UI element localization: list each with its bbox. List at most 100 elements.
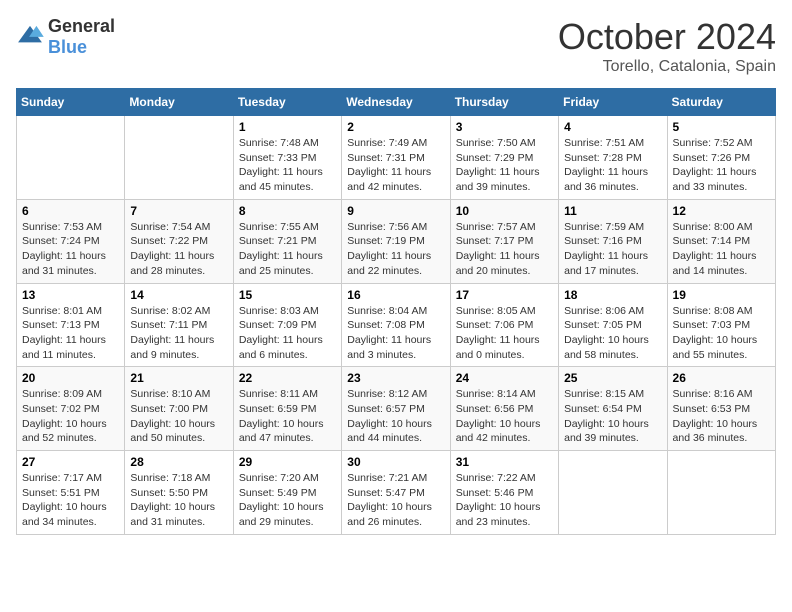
day-number: 31 (456, 455, 553, 469)
logo-general: General (48, 16, 115, 36)
calendar-cell: 18 Sunrise: 8:06 AM Sunset: 7:05 PM Dayli… (559, 283, 667, 367)
day-info: Sunrise: 7:54 AM Sunset: 7:22 PM Dayligh… (130, 220, 227, 279)
calendar-cell: 25 Sunrise: 8:15 AM Sunset: 6:54 PM Dayli… (559, 367, 667, 451)
title-block: October 2024 Torello, Catalonia, Spain (558, 16, 776, 76)
weekday-header-thursday: Thursday (450, 89, 558, 116)
day-info: Sunrise: 8:08 AM Sunset: 7:03 PM Dayligh… (673, 304, 770, 363)
calendar-cell: 5 Sunrise: 7:52 AM Sunset: 7:26 PM Daylig… (667, 116, 775, 200)
day-number: 9 (347, 204, 444, 218)
day-number: 20 (22, 371, 119, 385)
calendar-cell: 1Sunrise: 7:48 AM Sunset: 7:33 PM Daylig… (233, 116, 341, 200)
day-info: Sunrise: 8:02 AM Sunset: 7:11 PM Dayligh… (130, 304, 227, 363)
calendar-week-row: 1Sunrise: 7:48 AM Sunset: 7:33 PM Daylig… (17, 116, 776, 200)
calendar-week-row: 6 Sunrise: 7:53 AM Sunset: 7:24 PM Daylig… (17, 199, 776, 283)
day-number: 13 (22, 288, 119, 302)
calendar-cell: 15Sunrise: 8:03 AM Sunset: 7:09 PM Dayli… (233, 283, 341, 367)
calendar-cell: 31 Sunrise: 7:22 AM Sunset: 5:46 PM Dayli… (450, 451, 558, 535)
calendar-cell: 2 Sunrise: 7:49 AM Sunset: 7:31 PM Daylig… (342, 116, 450, 200)
calendar-cell: 19 Sunrise: 8:08 AM Sunset: 7:03 PM Dayli… (667, 283, 775, 367)
day-number: 25 (564, 371, 661, 385)
weekday-header-row: SundayMondayTuesdayWednesdayThursdayFrid… (17, 89, 776, 116)
day-number: 2 (347, 120, 444, 134)
calendar-cell: 24Sunrise: 8:14 AM Sunset: 6:56 PM Dayli… (450, 367, 558, 451)
calendar-cell: 17Sunrise: 8:05 AM Sunset: 7:06 PM Dayli… (450, 283, 558, 367)
weekday-header-friday: Friday (559, 89, 667, 116)
weekday-header-tuesday: Tuesday (233, 89, 341, 116)
day-info: Sunrise: 7:22 AM Sunset: 5:46 PM Dayligh… (456, 471, 553, 530)
calendar-cell: 11Sunrise: 7:59 AM Sunset: 7:16 PM Dayli… (559, 199, 667, 283)
day-number: 24 (456, 371, 553, 385)
weekday-header-sunday: Sunday (17, 89, 125, 116)
location-title: Torello, Catalonia, Spain (558, 58, 776, 76)
weekday-header-wednesday: Wednesday (342, 89, 450, 116)
day-number: 30 (347, 455, 444, 469)
calendar-cell: 14 Sunrise: 8:02 AM Sunset: 7:11 PM Dayli… (125, 283, 233, 367)
calendar-table: SundayMondayTuesdayWednesdayThursdayFrid… (16, 88, 776, 535)
day-info: Sunrise: 8:15 AM Sunset: 6:54 PM Dayligh… (564, 387, 661, 446)
day-number: 14 (130, 288, 227, 302)
calendar-cell: 6 Sunrise: 7:53 AM Sunset: 7:24 PM Daylig… (17, 199, 125, 283)
day-info: Sunrise: 8:06 AM Sunset: 7:05 PM Dayligh… (564, 304, 661, 363)
calendar-cell: 30 Sunrise: 7:21 AM Sunset: 5:47 PM Dayli… (342, 451, 450, 535)
day-number: 27 (22, 455, 119, 469)
day-info: Sunrise: 8:12 AM Sunset: 6:57 PM Dayligh… (347, 387, 444, 446)
day-number: 26 (673, 371, 770, 385)
day-info: Sunrise: 7:57 AM Sunset: 7:17 PM Dayligh… (456, 220, 553, 279)
day-number: 23 (347, 371, 444, 385)
day-info: Sunrise: 7:49 AM Sunset: 7:31 PM Dayligh… (347, 136, 444, 195)
day-number: 21 (130, 371, 227, 385)
calendar-cell: 29 Sunrise: 7:20 AM Sunset: 5:49 PM Dayli… (233, 451, 341, 535)
day-info: Sunrise: 7:53 AM Sunset: 7:24 PM Dayligh… (22, 220, 119, 279)
day-info: Sunrise: 7:56 AM Sunset: 7:19 PM Dayligh… (347, 220, 444, 279)
logo-blue: Blue (48, 37, 87, 57)
day-number: 5 (673, 120, 770, 134)
day-number: 4 (564, 120, 661, 134)
weekday-header-saturday: Saturday (667, 89, 775, 116)
calendar-week-row: 13 Sunrise: 8:01 AM Sunset: 7:13 PM Dayli… (17, 283, 776, 367)
day-number: 6 (22, 204, 119, 218)
calendar-cell: 7Sunrise: 7:54 AM Sunset: 7:22 PM Daylig… (125, 199, 233, 283)
calendar-cell: 16 Sunrise: 8:04 AM Sunset: 7:08 PM Dayli… (342, 283, 450, 367)
day-number: 3 (456, 120, 553, 134)
calendar-cell: 13 Sunrise: 8:01 AM Sunset: 7:13 PM Dayli… (17, 283, 125, 367)
calendar-cell: 21Sunrise: 8:10 AM Sunset: 7:00 PM Dayli… (125, 367, 233, 451)
day-info: Sunrise: 7:55 AM Sunset: 7:21 PM Dayligh… (239, 220, 336, 279)
day-info: Sunrise: 7:50 AM Sunset: 7:29 PM Dayligh… (456, 136, 553, 195)
day-info: Sunrise: 8:11 AM Sunset: 6:59 PM Dayligh… (239, 387, 336, 446)
calendar-cell: 4 Sunrise: 7:51 AM Sunset: 7:28 PM Daylig… (559, 116, 667, 200)
day-info: Sunrise: 7:20 AM Sunset: 5:49 PM Dayligh… (239, 471, 336, 530)
day-info: Sunrise: 8:09 AM Sunset: 7:02 PM Dayligh… (22, 387, 119, 446)
page-header: General Blue October 2024 Torello, Catal… (16, 16, 776, 76)
day-info: Sunrise: 8:04 AM Sunset: 7:08 PM Dayligh… (347, 304, 444, 363)
day-number: 1 (239, 120, 336, 134)
day-info: Sunrise: 8:01 AM Sunset: 7:13 PM Dayligh… (22, 304, 119, 363)
day-info: Sunrise: 8:00 AM Sunset: 7:14 PM Dayligh… (673, 220, 770, 279)
calendar-week-row: 27Sunrise: 7:17 AM Sunset: 5:51 PM Dayli… (17, 451, 776, 535)
day-number: 19 (673, 288, 770, 302)
day-info: Sunrise: 7:52 AM Sunset: 7:26 PM Dayligh… (673, 136, 770, 195)
day-info: Sunrise: 7:21 AM Sunset: 5:47 PM Dayligh… (347, 471, 444, 530)
calendar-week-row: 20 Sunrise: 8:09 AM Sunset: 7:02 PM Dayli… (17, 367, 776, 451)
logo: General Blue (16, 16, 115, 58)
day-number: 15 (239, 288, 336, 302)
calendar-cell: 23 Sunrise: 8:12 AM Sunset: 6:57 PM Dayli… (342, 367, 450, 451)
calendar-cell (125, 116, 233, 200)
calendar-cell (17, 116, 125, 200)
day-number: 22 (239, 371, 336, 385)
day-number: 12 (673, 204, 770, 218)
day-info: Sunrise: 8:05 AM Sunset: 7:06 PM Dayligh… (456, 304, 553, 363)
day-number: 16 (347, 288, 444, 302)
calendar-cell: 3 Sunrise: 7:50 AM Sunset: 7:29 PM Daylig… (450, 116, 558, 200)
day-number: 29 (239, 455, 336, 469)
day-info: Sunrise: 8:16 AM Sunset: 6:53 PM Dayligh… (673, 387, 770, 446)
calendar-cell: 8 Sunrise: 7:55 AM Sunset: 7:21 PM Daylig… (233, 199, 341, 283)
day-number: 18 (564, 288, 661, 302)
month-title: October 2024 (558, 16, 776, 58)
calendar-cell: 22 Sunrise: 8:11 AM Sunset: 6:59 PM Dayli… (233, 367, 341, 451)
day-number: 8 (239, 204, 336, 218)
calendar-cell: 12 Sunrise: 8:00 AM Sunset: 7:14 PM Dayli… (667, 199, 775, 283)
day-info: Sunrise: 7:51 AM Sunset: 7:28 PM Dayligh… (564, 136, 661, 195)
calendar-cell: 27Sunrise: 7:17 AM Sunset: 5:51 PM Dayli… (17, 451, 125, 535)
day-info: Sunrise: 7:59 AM Sunset: 7:16 PM Dayligh… (564, 220, 661, 279)
calendar-cell: 28Sunrise: 7:18 AM Sunset: 5:50 PM Dayli… (125, 451, 233, 535)
